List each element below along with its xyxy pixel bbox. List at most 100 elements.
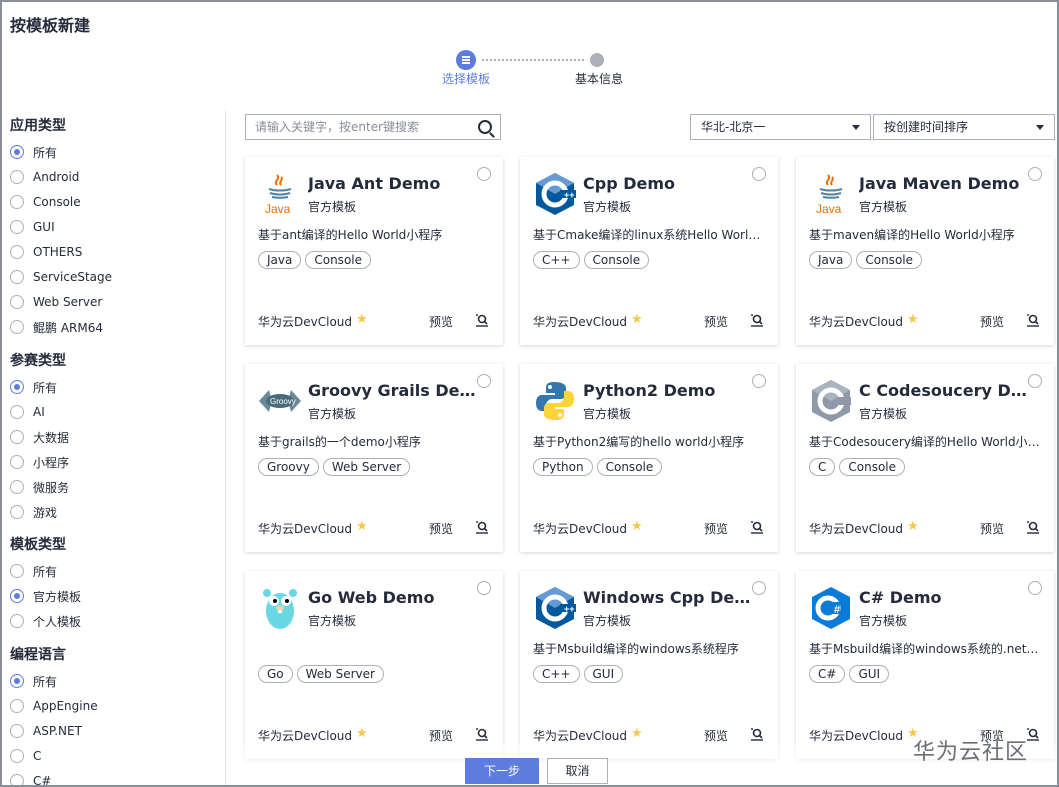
filter-option[interactable]: 小程序 xyxy=(10,453,69,471)
svg-text:++: ++ xyxy=(564,190,575,200)
radio-checked-icon[interactable] xyxy=(10,589,24,603)
card-select-radio[interactable] xyxy=(752,581,766,595)
preview-link[interactable]: 预览 xyxy=(429,313,453,330)
radio-unchecked-icon[interactable] xyxy=(10,564,24,578)
template-card[interactable]: Groovy Groovy Grails Demo 官方模板 基于grails的一个d… xyxy=(245,364,503,552)
radio-unchecked-icon[interactable] xyxy=(10,195,24,209)
radio-unchecked-icon[interactable] xyxy=(10,774,24,785)
region-select[interactable]: 华北-北京一 xyxy=(690,114,871,140)
tag: C xyxy=(809,458,836,476)
filter-option[interactable]: OTHERS xyxy=(10,243,82,261)
filter-option[interactable]: 所有 xyxy=(10,143,57,161)
card-description: 基于Python2编写的hello world小程序 xyxy=(533,435,745,449)
filter-option[interactable]: 大数据 xyxy=(10,428,69,446)
search-icon[interactable] xyxy=(478,120,492,134)
search-input[interactable] xyxy=(246,115,466,139)
preview-icon[interactable] xyxy=(1026,313,1040,327)
template-card[interactable]: ++ Cpp Demo 官方模板 基于Cmake编译的linux系统Hello Wor… xyxy=(520,157,778,345)
preview-link[interactable]: 预览 xyxy=(980,520,1004,537)
preview-link[interactable]: 预览 xyxy=(429,727,453,744)
java-logo-icon: Java xyxy=(808,171,854,217)
preview-link[interactable]: 预览 xyxy=(704,313,728,330)
cancel-button[interactable]: 取消 xyxy=(547,758,608,784)
template-card[interactable]: Java Java Maven Demo 官方模板 基于maven编译的Hello W… xyxy=(796,157,1054,345)
filter-option[interactable]: AI xyxy=(10,403,45,421)
preview-icon[interactable] xyxy=(475,313,489,327)
radio-checked-icon[interactable] xyxy=(10,145,24,159)
card-select-radio[interactable] xyxy=(752,374,766,388)
card-select-radio[interactable] xyxy=(1028,374,1042,388)
filter-option[interactable]: 个人模板 xyxy=(10,612,81,630)
card-select-radio[interactable] xyxy=(1028,581,1042,595)
radio-unchecked-icon[interactable] xyxy=(10,749,24,763)
filter-option[interactable]: AppEngine xyxy=(10,697,98,715)
template-card[interactable]: # C# Demo 官方模板基于Msbuild编译的windows系统的.net窗体… xyxy=(796,571,1054,759)
filter-option[interactable]: C# xyxy=(10,772,51,785)
template-card[interactable]: ++ Windows Cpp Demo 官方模板 基于Msbuild编译的window… xyxy=(520,571,778,759)
filter-option[interactable]: 游戏 xyxy=(10,503,57,521)
radio-unchecked-icon[interactable] xyxy=(10,455,24,469)
radio-unchecked-icon[interactable] xyxy=(10,170,24,184)
radio-unchecked-icon[interactable] xyxy=(10,320,24,334)
next-step-button[interactable]: 下一步 xyxy=(465,758,539,784)
star-icon: ★ xyxy=(356,519,368,534)
preview-link[interactable]: 预览 xyxy=(704,520,728,537)
filter-option[interactable]: Web Server xyxy=(10,293,102,311)
radio-unchecked-icon[interactable] xyxy=(10,295,24,309)
card-tags: C++ Console xyxy=(533,251,650,269)
radio-unchecked-icon[interactable] xyxy=(10,480,24,494)
preview-link[interactable]: 预览 xyxy=(429,520,453,537)
star-icon: ★ xyxy=(356,726,368,741)
filter-option[interactable]: ASP.NET xyxy=(10,722,82,740)
preview-link[interactable]: 预览 xyxy=(980,313,1004,330)
template-card[interactable]: Go Web Demo 官方模板 Go Web Server 华为云DevCloud ★ 预… xyxy=(245,571,503,759)
template-card[interactable]: Java Java Ant Demo 官方模板 基于ant编译的Hello World… xyxy=(245,157,503,345)
filter-option[interactable]: Console xyxy=(10,193,81,211)
step-2-icon xyxy=(590,53,604,67)
filter-option[interactable]: C xyxy=(10,747,41,765)
filter-option[interactable]: GUI xyxy=(10,218,55,236)
radio-unchecked-icon[interactable] xyxy=(10,505,24,519)
filter-option[interactable]: 官方模板 xyxy=(10,587,81,605)
radio-unchecked-icon[interactable] xyxy=(10,270,24,284)
card-footer: 华为云DevCloud ★ 预览 xyxy=(258,727,489,743)
preview-icon[interactable] xyxy=(475,727,489,741)
preview-link[interactable]: 预览 xyxy=(704,727,728,744)
radio-unchecked-icon[interactable] xyxy=(10,430,24,444)
filter-option[interactable]: 所有 xyxy=(10,672,57,690)
radio-unchecked-icon[interactable] xyxy=(10,245,24,259)
template-card[interactable]: C Codesoucery Demo 官方模板 基于Codesoucery编译的He… xyxy=(796,364,1054,552)
radio-unchecked-icon[interactable] xyxy=(10,724,24,738)
preview-icon[interactable] xyxy=(475,520,489,534)
sort-select[interactable]: 按创建时间排序 xyxy=(873,114,1055,140)
radio-checked-icon[interactable] xyxy=(10,380,24,394)
preview-icon[interactable] xyxy=(1026,520,1040,534)
preview-icon[interactable] xyxy=(1026,727,1040,741)
card-select-radio[interactable] xyxy=(752,167,766,181)
svg-text:Java: Java xyxy=(816,202,842,216)
filter-option[interactable]: 鲲鹏 ARM64 xyxy=(10,318,103,336)
preview-icon[interactable] xyxy=(750,727,764,741)
tag: Python xyxy=(533,458,593,476)
filter-option[interactable]: 所有 xyxy=(10,378,57,396)
radio-checked-icon[interactable] xyxy=(10,674,24,688)
preview-icon[interactable] xyxy=(750,520,764,534)
filter-option[interactable]: 所有 xyxy=(10,562,57,580)
filter-option[interactable]: Android xyxy=(10,168,79,186)
card-tags: Python Console xyxy=(533,458,663,476)
card-select-radio[interactable] xyxy=(477,374,491,388)
filter-option[interactable]: 微服务 xyxy=(10,478,69,496)
radio-unchecked-icon[interactable] xyxy=(10,699,24,713)
card-select-radio[interactable] xyxy=(477,167,491,181)
card-select-radio[interactable] xyxy=(477,581,491,595)
provider-label: 华为云DevCloud xyxy=(533,729,628,743)
card-select-radio[interactable] xyxy=(1028,167,1042,181)
template-card[interactable]: Python2 Demo 官方模板 基于Python2编写的hello world小… xyxy=(520,364,778,552)
provider-label: 华为云DevCloud xyxy=(809,315,904,329)
search-box[interactable] xyxy=(245,114,501,140)
filter-option[interactable]: ServiceStage xyxy=(10,268,112,286)
preview-icon[interactable] xyxy=(750,313,764,327)
radio-unchecked-icon[interactable] xyxy=(10,405,24,419)
radio-unchecked-icon[interactable] xyxy=(10,614,24,628)
radio-unchecked-icon[interactable] xyxy=(10,220,24,234)
